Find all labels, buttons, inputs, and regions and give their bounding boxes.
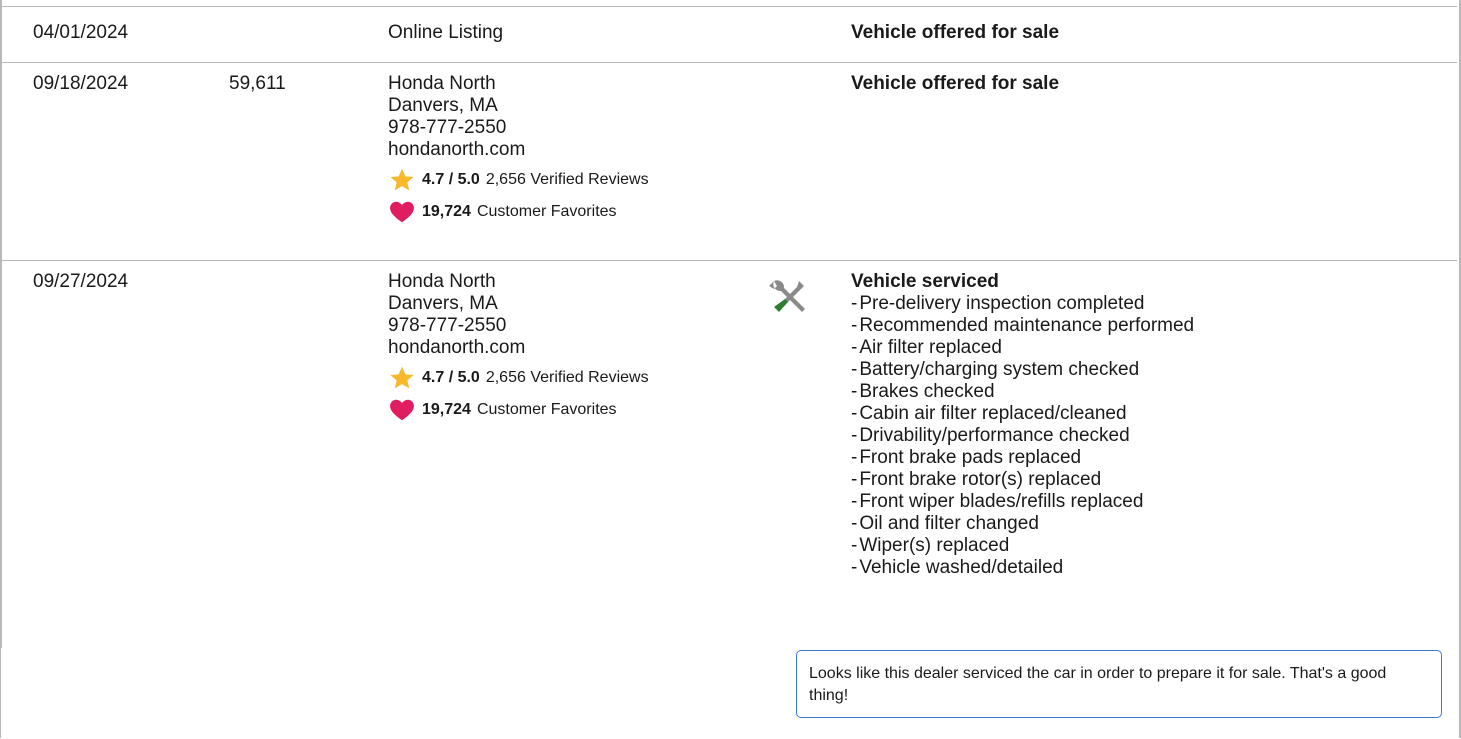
star-icon [390, 366, 414, 389]
dealer-phone[interactable]: 978-777-2550 [388, 315, 649, 337]
row-comment: Vehicle serviced Pre-delivery inspection… [851, 271, 1194, 579]
star-icon [390, 168, 414, 191]
service-item: Oil and filter changed [851, 513, 1194, 535]
service-item: Recommended maintenance performed [851, 315, 1194, 337]
history-row: 04/01/2024 Online Listing Vehicle offere… [0, 6, 1457, 63]
service-item: Wiper(s) replaced [851, 535, 1194, 557]
dealer-favorites: 19,724 Customer Favorites [388, 199, 649, 225]
service-item: Cabin air filter replaced/cleaned [851, 403, 1194, 425]
rating-reviews[interactable]: 2,656 Verified Reviews [486, 169, 649, 191]
row-date: 09/27/2024 [33, 271, 129, 292]
dealer-name: Honda North [388, 271, 496, 292]
row-date: 04/01/2024 [33, 22, 129, 43]
row-date: 09/18/2024 [33, 73, 129, 94]
dealer-tip-callout: Looks like this dealer serviced the car … [796, 650, 1442, 718]
row-source: Honda North Danvers, MA 978-777-2550 hon… [388, 73, 649, 225]
favorites-value: 19,724 [422, 203, 471, 220]
service-item: Front brake pads replaced [851, 447, 1194, 469]
service-item: Pre-delivery inspection completed [851, 293, 1194, 315]
favorites-label: Customer Favorites [476, 203, 617, 220]
dealer-location: Danvers, MA [388, 293, 498, 314]
source-line: Online Listing [388, 22, 504, 43]
rating-value: 4.7 / 5.0 [422, 369, 480, 386]
dealer-rating: 4.7 / 5.0 2,656 Verified Reviews [388, 167, 649, 193]
dealer-name: Honda North [388, 73, 496, 94]
service-item: Front wiper blades/refills replaced [851, 491, 1194, 513]
heart-icon [390, 201, 414, 223]
row-mileage: 59,611 [229, 73, 286, 94]
row-source: Honda North Danvers, MA 978-777-2550 hon… [388, 271, 649, 423]
row-comment-title: Vehicle offered for sale [851, 73, 1060, 94]
dealer-rating: 4.7 / 5.0 2,656 Verified Reviews [388, 365, 649, 391]
row-source: Online Listing [388, 22, 503, 44]
favorites-value: 19,724 [422, 401, 471, 418]
dealer-website[interactable]: hondanorth.com [388, 337, 649, 359]
service-item: Battery/charging system checked [851, 359, 1194, 381]
dealer-favorites: 19,724 Customer Favorites [388, 397, 649, 423]
service-item: Vehicle washed/detailed [851, 557, 1194, 579]
favorites-label: Customer Favorites [476, 401, 617, 418]
dealer-location: Danvers, MA [388, 95, 498, 116]
service-item: Front brake rotor(s) replaced [851, 469, 1194, 491]
row-comment-title: Vehicle serviced [851, 271, 999, 292]
service-item: Drivability/performance checked [851, 425, 1194, 447]
row-comment-title: Vehicle offered for sale [851, 22, 1060, 43]
wrench-screwdriver-icon [769, 280, 805, 312]
service-item: Air filter replaced [851, 337, 1194, 359]
rating-value: 4.7 / 5.0 [422, 171, 480, 188]
rating-reviews[interactable]: 2,656 Verified Reviews [486, 367, 649, 389]
service-items-list: Pre-delivery inspection completedRecomme… [851, 293, 1194, 579]
dealer-website[interactable]: hondanorth.com [388, 139, 649, 161]
service-item: Brakes checked [851, 381, 1194, 403]
heart-icon [390, 399, 414, 421]
history-row: 09/18/2024 59,611 Honda North Danvers, M… [0, 62, 1457, 261]
dealer-phone[interactable]: 978-777-2550 [388, 117, 649, 139]
